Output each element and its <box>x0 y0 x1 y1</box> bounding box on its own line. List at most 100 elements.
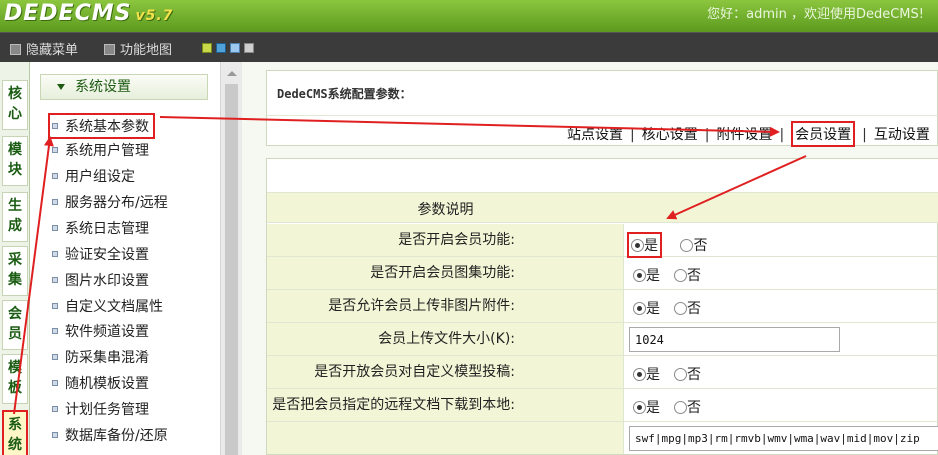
no-radio[interactable] <box>674 302 687 315</box>
tab-site-settings[interactable]: 站点设置 <box>567 124 623 144</box>
skin-swatch-blue[interactable] <box>216 43 226 53</box>
vertical-tabs: 核心 模块 生成 采集 会员 模板 系统 <box>0 62 30 455</box>
row-options: 是 否 <box>627 232 708 258</box>
skin-swatch-green[interactable] <box>202 43 212 53</box>
yes-label: 是 <box>646 268 660 284</box>
tab-core-settings[interactable]: 核心设置 <box>642 124 698 144</box>
param-desc-header: 参数说明 <box>417 202 474 218</box>
menu-item-label: 系统基本参数 <box>65 119 149 135</box>
menu-item-label: 软件频道设置 <box>65 324 149 340</box>
file-types-input[interactable] <box>629 426 938 451</box>
hide-menu-icon <box>10 44 21 55</box>
hide-menu-button[interactable]: 隐藏菜单 <box>10 39 78 58</box>
table-top-strip <box>267 159 938 193</box>
splitter <box>242 62 266 455</box>
page-title: DedeCMS系统配置参数： <box>277 87 412 101</box>
yes-label: 是 <box>646 400 660 416</box>
menu-item-server[interactable]: 服务器分布/远程 <box>52 192 168 212</box>
no-label: 否 <box>687 301 701 317</box>
menu-item-anti-collect[interactable]: 防采集串混淆 <box>52 347 149 367</box>
yes-option-highlight: 是 <box>627 232 662 258</box>
yes-radio[interactable] <box>633 401 646 414</box>
scroll-up-icon[interactable] <box>227 71 237 76</box>
no-radio[interactable] <box>674 368 687 381</box>
bullet-icon <box>52 123 58 129</box>
tab-interaction-settings[interactable]: 互动设置 <box>874 124 930 144</box>
menu-heading-label: 系统设置 <box>75 79 131 95</box>
member-settings-table: 参数说明 是否开启会员功能: 是 否 是否开启会员图集功能: 是否 是否允许会员… <box>266 158 938 455</box>
menu-item-label: 随机模板设置 <box>65 376 149 392</box>
welcome-text: 您好：admin ，欢迎使用DedeCMS! <box>707 7 924 22</box>
row-label: 会员上传文件大小(K): <box>267 323 624 355</box>
menu-item-label: 计划任务管理 <box>65 402 149 418</box>
dedecms-logo: DEDECMS v5.7 <box>4 1 173 26</box>
scroll-thumb[interactable] <box>225 84 238 455</box>
yes-label: 是 <box>646 367 660 383</box>
bullet-icon <box>52 277 58 283</box>
bullet-icon <box>52 251 58 257</box>
yes-label: 是 <box>646 301 660 317</box>
table-row: 会员上传文件大小(K): <box>267 323 938 356</box>
yes-radio[interactable] <box>633 368 646 381</box>
menu-item-label: 服务器分布/远程 <box>65 195 168 211</box>
tab-separator: | <box>704 127 710 143</box>
menu-item-label: 验证安全设置 <box>65 247 149 263</box>
menu-heading[interactable]: 系统设置 <box>40 74 208 100</box>
upload-size-input[interactable] <box>629 327 840 352</box>
menu-item-label: 防采集串混淆 <box>65 350 149 366</box>
no-radio[interactable] <box>674 269 687 282</box>
menu-item-doc-attr[interactable]: 自定义文档属性 <box>52 296 163 316</box>
skin-swatch-gray[interactable] <box>244 43 254 53</box>
tab-member[interactable]: 会员 <box>2 300 28 350</box>
tab-module[interactable]: 模块 <box>2 136 28 186</box>
menu-item-user-admin[interactable]: 系统用户管理 <box>52 140 149 160</box>
menu-item-logs[interactable]: 系统日志管理 <box>52 218 149 238</box>
main-content: DedeCMS系统配置参数： 站点设置 | 核心设置 | 附件设置 | 会员设置 | 互动设置 … <box>266 62 938 455</box>
menu-item-label: 系统日志管理 <box>65 221 149 237</box>
menu-item-security[interactable]: 验证安全设置 <box>52 244 149 264</box>
yes-label: 是 <box>644 238 658 254</box>
collapse-arrow-icon <box>57 84 65 90</box>
no-radio[interactable] <box>674 401 687 414</box>
menu-scrollbar[interactable] <box>220 62 242 455</box>
yes-radio[interactable] <box>631 239 644 252</box>
menu-item-cron[interactable]: 计划任务管理 <box>52 399 149 419</box>
tab-system[interactable]: 系统 <box>2 410 28 455</box>
row-label: 是否开启会员图集功能: <box>267 257 624 289</box>
top-header: DEDECMS v5.7 您好：admin ，欢迎使用DedeCMS! <box>0 0 938 32</box>
bullet-icon <box>52 354 58 360</box>
no-radio[interactable] <box>680 239 694 252</box>
tab-collect[interactable]: 采集 <box>2 246 28 296</box>
menu-item-backup[interactable]: 数据库备份/还原 <box>52 425 168 445</box>
bullet-icon <box>52 303 58 309</box>
menu-item-random-template[interactable]: 随机模板设置 <box>52 373 149 393</box>
tab-attachment-settings[interactable]: 附件设置 <box>716 124 772 144</box>
config-tabs: 站点设置 | 核心设置 | 附件设置 | 会员设置 | 互动设置 <box>567 121 930 147</box>
menu-item-watermark[interactable]: 图片水印设置 <box>52 270 149 290</box>
tab-separator: | <box>862 127 867 143</box>
row-options: 是否 <box>633 397 701 417</box>
menu-item-user-group[interactable]: 用户组设定 <box>52 166 135 186</box>
tab-generate[interactable]: 生成 <box>2 192 28 242</box>
no-label: 否 <box>687 367 701 383</box>
table-row: 是否开启会员功能: 是 否 <box>267 224 938 258</box>
yes-radio[interactable] <box>633 302 646 315</box>
function-map-button[interactable]: 功能地图 <box>104 39 172 58</box>
bullet-icon <box>52 225 58 231</box>
tab-core[interactable]: 核心 <box>2 80 28 130</box>
no-label: 否 <box>693 238 708 254</box>
menu-item-basic-params[interactable]: 系统基本参数 <box>48 113 155 139</box>
menu-item-software[interactable]: 软件频道设置 <box>52 321 149 341</box>
hide-menu-label: 隐藏菜单 <box>26 43 79 58</box>
tab-template[interactable]: 模板 <box>2 354 28 404</box>
table-row: 是否允许会员上传非图片附件: 是否 <box>267 290 938 323</box>
yes-radio[interactable] <box>633 269 646 282</box>
bullet-icon <box>52 173 58 179</box>
no-label: 否 <box>687 268 701 284</box>
table-row: 是否开放会员对自定义模型投稿: 是 否 <box>267 356 938 389</box>
skin-swatch-lightblue[interactable] <box>230 43 240 53</box>
tab-member-settings[interactable]: 会员设置 <box>791 121 856 147</box>
row-options: 是否 <box>633 265 701 285</box>
row-label: 是否开放会员对自定义模型投稿: <box>267 356 624 388</box>
bullet-icon <box>52 147 58 153</box>
